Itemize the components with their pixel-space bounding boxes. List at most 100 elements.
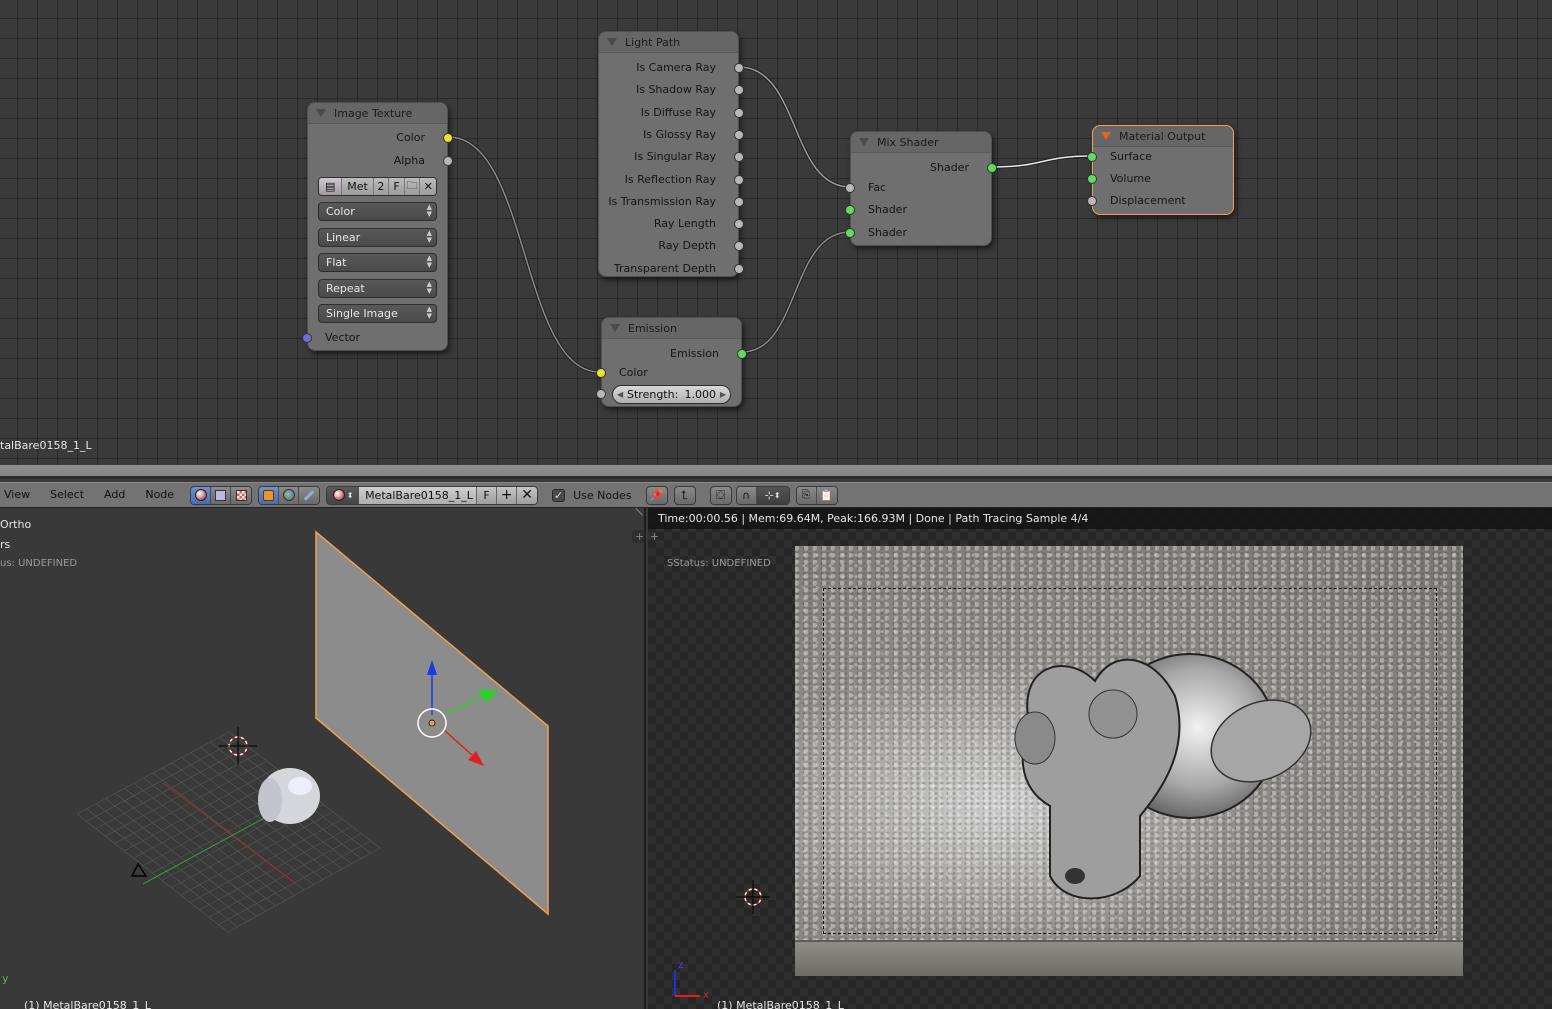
fac-socket[interactable] bbox=[845, 183, 855, 193]
camera-icon bbox=[130, 862, 148, 877]
output-light-path: Ray Depth bbox=[599, 237, 744, 255]
menu-add[interactable]: Add bbox=[94, 482, 135, 508]
alpha-socket[interactable] bbox=[443, 156, 453, 166]
object-icon bbox=[263, 489, 275, 501]
compositing-nodes-button[interactable] bbox=[211, 486, 232, 504]
socket-label: Emission bbox=[670, 347, 719, 360]
light-path-socket[interactable] bbox=[734, 107, 744, 118]
color-socket[interactable] bbox=[443, 133, 453, 143]
node-editor[interactable]: Image Texture Color Alpha ▤ Met 2 F 🗀 ✕ … bbox=[0, 0, 1552, 465]
light-path-socket[interactable] bbox=[734, 219, 744, 230]
image-datablock[interactable]: ▤ Met 2 F 🗀 ✕ bbox=[318, 177, 437, 196]
updown-arrows-icon: ⬍ bbox=[346, 490, 354, 500]
fake-user-button[interactable]: F bbox=[389, 178, 405, 195]
area-separator[interactable] bbox=[0, 465, 1552, 479]
fake-user-button[interactable]: F bbox=[477, 486, 498, 504]
updown-arrows-icon: ▲ ▼ bbox=[426, 203, 432, 218]
axis-x-label: x bbox=[703, 990, 709, 1001]
paste-button[interactable]: 📋 bbox=[816, 486, 837, 504]
collapse-triangle-icon[interactable] bbox=[610, 324, 620, 332]
toolshelf-toggle-icon[interactable]: + bbox=[632, 530, 644, 543]
copy-button[interactable]: ⎘ bbox=[796, 486, 817, 504]
3d-viewport[interactable]: Ortho rs us: UNDEFINED y (1) MetalBare01… bbox=[0, 508, 646, 1009]
node-light-path[interactable]: Light Path Is Camera Ray Is Shadow Ray Is … bbox=[598, 31, 744, 278]
socket-label: Color bbox=[619, 366, 648, 379]
socket-label: Ray Depth bbox=[658, 239, 716, 253]
input-displacement: Displacement bbox=[1087, 192, 1233, 210]
light-path-socket[interactable] bbox=[734, 129, 744, 140]
node-header[interactable]: Light Path bbox=[599, 32, 738, 53]
object-shader-button[interactable] bbox=[259, 486, 280, 504]
shader-socket[interactable] bbox=[845, 205, 855, 215]
image-name-field[interactable]: Met bbox=[342, 178, 374, 195]
output-light-path: Is Camera Ray bbox=[599, 59, 744, 77]
linestyle-shader-button[interactable] bbox=[299, 486, 320, 504]
snap-toggle-button[interactable]: ∩ bbox=[736, 486, 757, 504]
node-image-texture[interactable]: Image Texture Color Alpha ▤ Met 2 F 🗀 ✕ … bbox=[302, 102, 453, 351]
surface-socket[interactable] bbox=[1087, 152, 1097, 162]
strength-socket[interactable] bbox=[596, 389, 606, 399]
rendered-viewport[interactable]: Time:00:00.56 | Mem:69.64M, Peak:166.93M… bbox=[648, 508, 1552, 1009]
volume-socket[interactable] bbox=[1087, 174, 1097, 184]
unlink-image-icon[interactable]: ✕ bbox=[420, 178, 436, 195]
node-header[interactable]: Image Texture bbox=[308, 103, 447, 124]
node-mix-shader[interactable]: Mix Shader Shader Fac Shader Shader bbox=[845, 131, 997, 246]
displacement-socket[interactable] bbox=[1087, 196, 1097, 206]
light-path-socket[interactable] bbox=[734, 174, 744, 185]
socket-label: Vector bbox=[325, 331, 361, 344]
dropdown-value: Repeat bbox=[326, 282, 365, 295]
light-path-socket[interactable] bbox=[734, 63, 744, 73]
node-editor-header: View Select Add Node ⬍ MetalBare0158_1_L… bbox=[0, 482, 1552, 508]
open-image-icon[interactable]: 🗀 bbox=[404, 178, 421, 195]
texture-nodes-button[interactable] bbox=[231, 486, 252, 504]
light-path-socket[interactable] bbox=[734, 152, 744, 163]
collapse-triangle-icon[interactable] bbox=[859, 138, 869, 146]
use-nodes-checkbox[interactable]: ✓ bbox=[552, 488, 566, 502]
collapse-triangle-icon[interactable] bbox=[316, 109, 326, 117]
pin-button[interactable]: 📌 bbox=[645, 485, 668, 505]
light-path-socket[interactable] bbox=[734, 241, 744, 252]
collapse-triangle-icon[interactable] bbox=[607, 38, 617, 46]
color-space-dropdown[interactable]: Color ▲ ▼ bbox=[318, 202, 437, 221]
menu-node[interactable]: Node bbox=[135, 482, 184, 508]
shader-socket[interactable] bbox=[987, 163, 997, 173]
menu-view[interactable]: View bbox=[0, 482, 40, 508]
axis-z-label: z bbox=[678, 960, 684, 971]
output-light-path: Transparent Depth bbox=[599, 260, 744, 278]
node-header[interactable]: Material Output bbox=[1093, 126, 1233, 147]
decrement-arrow-icon[interactable]: ◀ bbox=[617, 386, 623, 403]
backdrop-button[interactable]: ⛋ bbox=[709, 485, 732, 505]
unlink-material-button[interactable]: ✕ bbox=[517, 486, 538, 504]
image-users-count[interactable]: 2 bbox=[373, 178, 390, 195]
image-browse-icon[interactable]: ▤ bbox=[319, 178, 343, 195]
light-path-socket[interactable] bbox=[734, 85, 744, 96]
node-emission[interactable]: Emission Emission Color ◀ Strength: 1.00… bbox=[596, 317, 747, 407]
projection-dropdown[interactable]: Flat ▲ ▼ bbox=[318, 253, 437, 272]
increment-arrow-icon[interactable]: ▶ bbox=[720, 386, 726, 403]
snap-element-dropdown[interactable]: ⊹ ⬍ bbox=[756, 486, 789, 504]
light-path-socket[interactable] bbox=[734, 263, 744, 274]
emission-socket[interactable] bbox=[737, 349, 747, 359]
go-to-parent-button[interactable]: ⮤ bbox=[673, 485, 696, 505]
extension-dropdown[interactable]: Repeat ▲ ▼ bbox=[318, 279, 437, 298]
light-path-socket[interactable] bbox=[734, 196, 744, 207]
add-material-button[interactable]: + bbox=[497, 486, 518, 504]
shader-nodes-button[interactable] bbox=[191, 486, 212, 504]
menu-select[interactable]: Select bbox=[40, 482, 94, 508]
interpolation-dropdown[interactable]: Linear ▲ ▼ bbox=[318, 228, 437, 247]
collapse-triangle-icon[interactable] bbox=[1101, 132, 1111, 140]
node-material-output[interactable]: Material Output Surface Volume Displacem… bbox=[1087, 125, 1234, 215]
source-dropdown[interactable]: Single Image ▲ ▼ bbox=[318, 304, 437, 323]
color-socket[interactable] bbox=[596, 368, 606, 378]
node-header[interactable]: Emission bbox=[602, 318, 741, 339]
material-name-field[interactable]: MetalBare0158_1_L bbox=[359, 486, 478, 504]
vector-socket[interactable] bbox=[302, 333, 312, 343]
node-header[interactable]: Mix Shader bbox=[851, 132, 991, 153]
output-alpha: Alpha bbox=[308, 152, 453, 170]
updown-arrows-icon: ▲ ▼ bbox=[426, 280, 432, 295]
strength-slider[interactable]: ◀ Strength: 1.000 ▶ bbox=[612, 385, 731, 404]
grid-line bbox=[227, 847, 381, 933]
shader-socket[interactable] bbox=[845, 228, 855, 238]
world-shader-button[interactable] bbox=[279, 486, 300, 504]
material-browse-button[interactable]: ⬍ bbox=[327, 486, 360, 504]
